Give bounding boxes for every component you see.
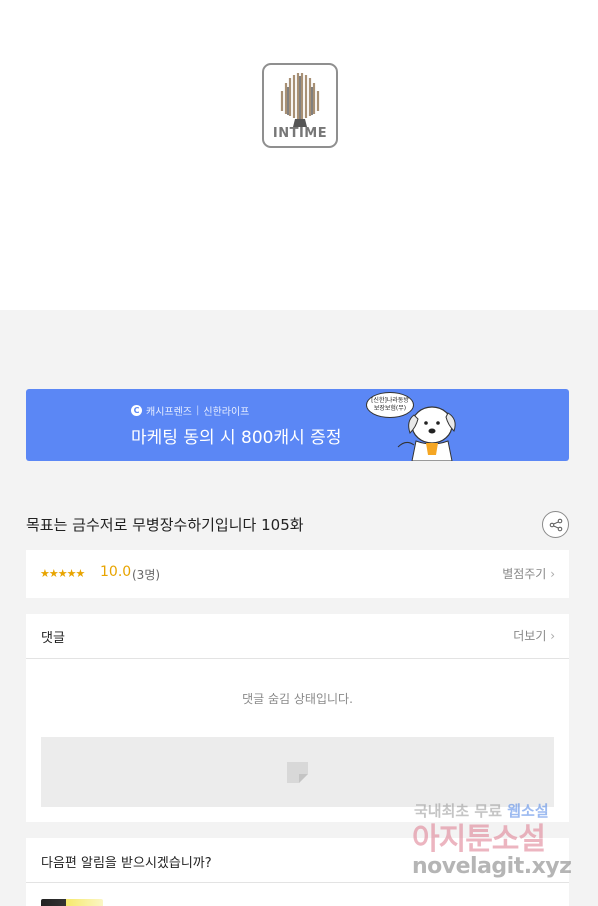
comment-section: 댓글 더보기 › 댓글 숨김 상태입니다. — [26, 614, 569, 822]
tree-icon — [280, 73, 320, 127]
chevron-right-icon: › — [550, 629, 555, 643]
comments-hidden-message: 댓글 숨김 상태입니다. — [242, 692, 353, 706]
chevron-right-icon: › — [550, 567, 555, 581]
intime-logo: INTIME — [262, 63, 338, 148]
rate-button[interactable]: 별점주기 › — [502, 565, 555, 582]
comment-header: 댓글 — [41, 631, 65, 646]
rate-label: 별점주기 — [502, 567, 547, 581]
banner-title: 마케팅 동의 시 800캐시 증정 — [131, 428, 342, 448]
share-button[interactable] — [542, 511, 569, 538]
episode-title: 목표는 금수저로 무병장수하기입니다 105화 — [26, 516, 304, 534]
share-icon — [549, 518, 562, 531]
divider — [26, 658, 569, 659]
header-area: INTIME — [0, 0, 598, 310]
comment-placeholder — [41, 737, 554, 807]
more-label: 더보기 — [513, 629, 547, 643]
rating-score: 10.0 — [100, 564, 132, 580]
rating-count: (3명) — [132, 568, 161, 582]
brand-separator: | — [196, 405, 200, 416]
divider — [26, 882, 569, 883]
dog-illustration-icon — [397, 406, 456, 461]
rating-card: ★★★★★ 10.0 (3명) 별점주기 › — [26, 550, 569, 598]
more-comments-button[interactable]: 더보기 › — [513, 627, 555, 644]
brand-cashfriends: 캐시프렌즈 — [146, 407, 192, 418]
rating-stars: ★★★★★ — [40, 567, 85, 580]
episode-thumbnail[interactable] — [41, 899, 103, 906]
document-icon — [287, 762, 308, 783]
notify-header: 다음편 알림을 받으시겠습니까? — [41, 856, 212, 871]
cashi-c-icon: C — [131, 405, 142, 416]
brand-shinhan: 신한라이프 — [203, 407, 250, 418]
promo-banner[interactable]: C 캐시프렌즈 | 신한라이프 마케팅 동의 시 800캐시 증정 [신한]나라… — [26, 389, 569, 461]
banner-brand: C 캐시프렌즈 | 신한라이프 — [131, 403, 249, 418]
notify-section: 다음편 알림을 받으시겠습니까? — [26, 838, 569, 906]
logo-text: INTIME — [272, 126, 328, 141]
